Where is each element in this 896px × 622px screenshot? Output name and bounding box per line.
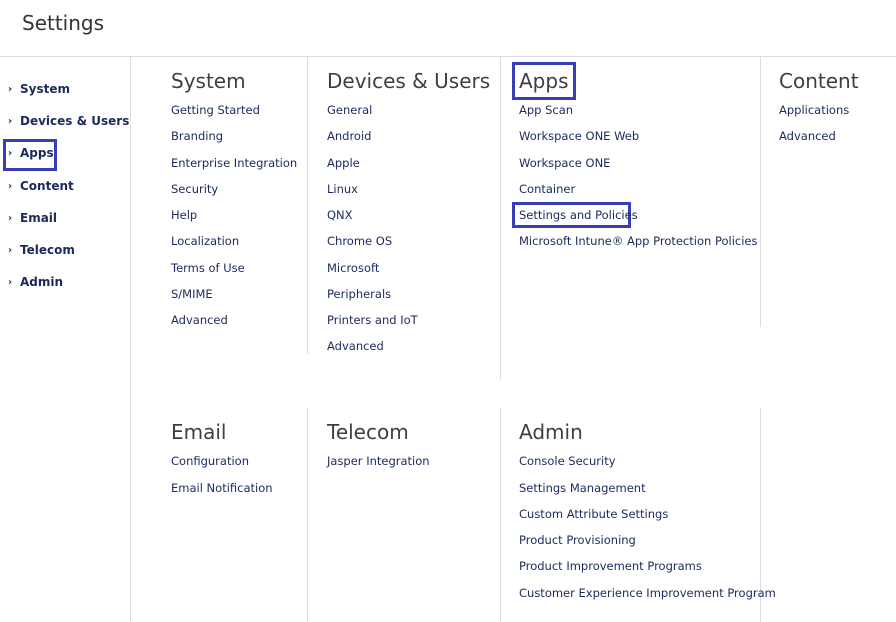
page-header: Settings <box>0 0 896 57</box>
section-title: Apps <box>519 69 569 93</box>
chevron-right-icon: › <box>8 276 13 288</box>
selection-highlight <box>3 139 57 171</box>
chevron-right-icon: › <box>8 244 13 256</box>
chevron-right-icon: › <box>8 83 13 95</box>
sidebar-item-label: Admin <box>20 275 64 289</box>
link-printers-iot[interactable]: Printers and IoT <box>327 313 418 327</box>
column-divider <box>500 408 501 622</box>
link-enterprise-integration[interactable]: Enterprise Integration <box>171 156 297 170</box>
column-divider <box>760 57 761 327</box>
section-title: System <box>171 69 246 93</box>
link-container[interactable]: Container <box>519 182 575 196</box>
link-customer-experience-program[interactable]: Customer Experience Improvement Program <box>519 586 776 600</box>
sidebar-item-admin[interactable]: › Admin <box>8 272 63 292</box>
sidebar-item-label: Email <box>20 211 58 225</box>
link-linux[interactable]: Linux <box>327 182 358 196</box>
link-getting-started[interactable]: Getting Started <box>171 103 260 117</box>
section-title: Email <box>171 420 227 444</box>
sidebar-item-telecom[interactable]: › Telecom <box>8 240 75 260</box>
link-terms-of-use[interactable]: Terms of Use <box>171 261 245 275</box>
link-workspace-one-web[interactable]: Workspace ONE Web <box>519 129 639 143</box>
column-divider <box>500 57 501 380</box>
section-title: Admin <box>519 420 583 444</box>
link-advanced[interactable]: Advanced <box>779 129 836 143</box>
link-email-notification[interactable]: Email Notification <box>171 481 273 495</box>
link-smime[interactable]: S/MIME <box>171 287 213 301</box>
chevron-right-icon: › <box>8 180 13 192</box>
column-divider <box>307 57 308 354</box>
link-advanced[interactable]: Advanced <box>327 339 384 353</box>
sidebar-item-email[interactable]: › Email <box>8 208 57 228</box>
link-jasper-integration[interactable]: Jasper Integration <box>327 454 430 468</box>
link-general[interactable]: General <box>327 103 372 117</box>
sidebar-item-devices-users[interactable]: › Devices & Users <box>8 111 129 131</box>
link-settings-and-policies[interactable]: Settings and Policies <box>519 208 638 222</box>
link-console-security[interactable]: Console Security <box>519 454 616 468</box>
link-intune-app-protection[interactable]: Microsoft Intune® App Protection Policie… <box>519 234 757 248</box>
link-localization[interactable]: Localization <box>171 234 239 248</box>
link-chrome-os[interactable]: Chrome OS <box>327 234 392 248</box>
sidebar-item-label: Content <box>20 179 74 193</box>
link-microsoft[interactable]: Microsoft <box>327 261 379 275</box>
section-title: Telecom <box>327 420 409 444</box>
sidebar-item-system[interactable]: › System <box>8 79 70 99</box>
link-advanced[interactable]: Advanced <box>171 313 228 327</box>
chevron-right-icon: › <box>8 115 13 127</box>
sidebar-item-label: Devices & Users <box>20 114 130 128</box>
chevron-right-icon: › <box>8 212 13 224</box>
link-product-improvement-programs[interactable]: Product Improvement Programs <box>519 559 702 573</box>
link-workspace-one[interactable]: Workspace ONE <box>519 156 610 170</box>
link-security[interactable]: Security <box>171 182 218 196</box>
link-settings-management[interactable]: Settings Management <box>519 481 646 495</box>
link-qnx[interactable]: QNX <box>327 208 353 222</box>
link-apple[interactable]: Apple <box>327 156 360 170</box>
page-title: Settings <box>22 11 105 35</box>
sidebar-item-label: System <box>20 82 70 96</box>
column-divider <box>307 408 308 622</box>
link-configuration[interactable]: Configuration <box>171 454 249 468</box>
link-help[interactable]: Help <box>171 208 197 222</box>
link-custom-attribute-settings[interactable]: Custom Attribute Settings <box>519 507 668 521</box>
section-title: Content <box>779 69 859 93</box>
link-app-scan[interactable]: App Scan <box>519 103 573 117</box>
sidebar-item-content[interactable]: › Content <box>8 176 74 196</box>
link-android[interactable]: Android <box>327 129 371 143</box>
section-title: Devices & Users <box>327 69 491 93</box>
link-branding[interactable]: Branding <box>171 129 223 143</box>
sidebar-item-label: Telecom <box>20 243 75 257</box>
link-product-provisioning[interactable]: Product Provisioning <box>519 533 636 547</box>
link-peripherals[interactable]: Peripherals <box>327 287 391 301</box>
link-applications[interactable]: Applications <box>779 103 849 117</box>
